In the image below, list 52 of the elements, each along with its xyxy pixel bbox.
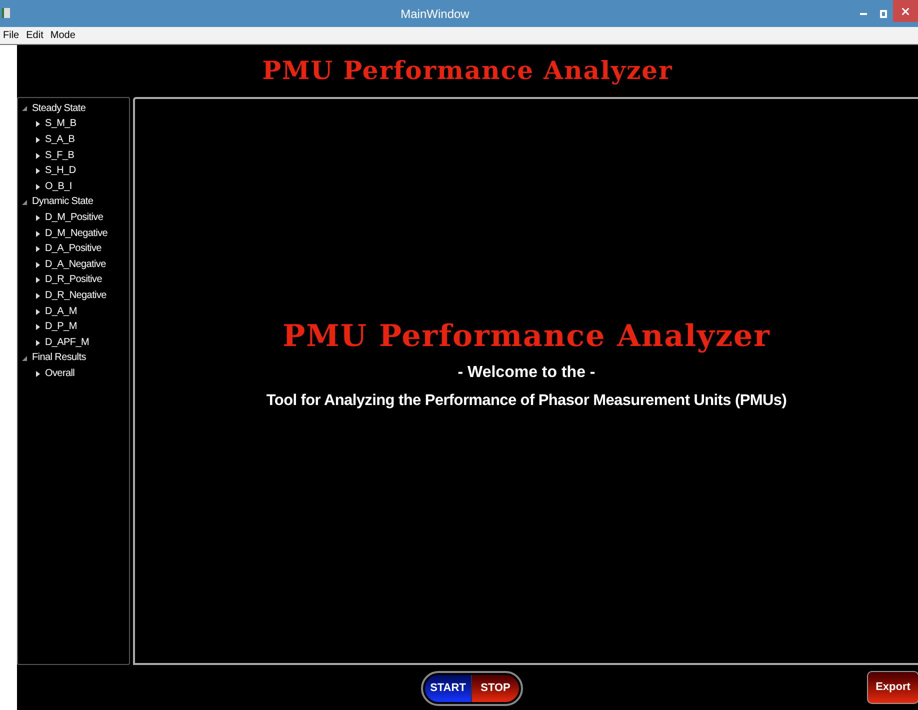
- window-title: MainWindow: [400, 6, 470, 22]
- collapsed-arrow-icon[interactable]: [36, 324, 40, 330]
- collapsed-arrow-icon[interactable]: [36, 277, 40, 284]
- tree-item[interactable]: D_A_Negative: [45, 260, 106, 270]
- tree-item[interactable]: D_A_M: [45, 306, 77, 317]
- menu-item[interactable]: File: [3, 28, 20, 43]
- collapsed-arrow-icon[interactable]: [36, 292, 40, 299]
- close-icon: [902, 8, 909, 14]
- collapsed-arrow-icon[interactable]: [36, 214, 40, 221]
- close-button[interactable]: [893, 0, 918, 22]
- menu-item[interactable]: Mode: [50, 28, 76, 43]
- menu-item[interactable]: Edit: [26, 28, 44, 43]
- welcome-title: PMU Performance Analyzer: [282, 318, 770, 356]
- collapsed-arrow-icon[interactable]: [36, 370, 40, 377]
- tree-item[interactable]: S_M_B: [45, 119, 76, 130]
- tree-item[interactable]: D_M_Positive: [45, 212, 104, 223]
- start-button[interactable]: START: [425, 675, 472, 702]
- collapsed-arrow-icon[interactable]: [36, 136, 40, 143]
- tree-item[interactable]: O_B_I: [45, 182, 72, 192]
- tree-item[interactable]: D_APF_M: [45, 338, 90, 348]
- collapsed-arrow-icon[interactable]: [36, 152, 40, 159]
- tree-item[interactable]: D_R_Positive: [45, 275, 102, 286]
- tree-item[interactable]: S_H_D: [45, 166, 76, 176]
- tree-item[interactable]: S_F_B: [45, 150, 74, 161]
- tree-item[interactable]: D_A_Positive: [45, 244, 102, 254]
- expanded-arrow-icon[interactable]: [22, 106, 27, 112]
- collapsed-arrow-icon[interactable]: [36, 340, 40, 346]
- collapsed-arrow-icon[interactable]: [36, 121, 40, 128]
- collapsed-arrow-icon[interactable]: [36, 262, 40, 268]
- welcome-subtitle: - Welcome to the -: [458, 362, 596, 383]
- welcome-description: Tool for Analyzing the Performance of Phasor Measurement Units (PMUs): [266, 390, 787, 411]
- app-icon: [2, 8, 10, 18]
- restore-icon: [880, 10, 886, 18]
- expanded-arrow-icon[interactable]: [22, 200, 27, 205]
- collapsed-arrow-icon[interactable]: [36, 308, 40, 315]
- tree-item[interactable]: Dynamic State: [32, 197, 94, 208]
- tree-item[interactable]: Overall: [45, 368, 75, 379]
- export-button[interactable]: Export: [867, 671, 918, 704]
- app-title: PMU Performance Analyzer: [262, 55, 673, 88]
- collapsed-arrow-icon[interactable]: [36, 246, 40, 252]
- tree-item[interactable]: D_M_Negative: [45, 228, 108, 239]
- tree-item[interactable]: Steady State: [32, 104, 86, 114]
- collapsed-arrow-icon[interactable]: [36, 230, 40, 237]
- collapsed-arrow-icon[interactable]: [36, 168, 40, 174]
- collapsed-arrow-icon[interactable]: [36, 184, 40, 190]
- tree-item[interactable]: Final Results: [32, 353, 86, 364]
- stop-button[interactable]: STOP: [472, 675, 519, 702]
- expanded-arrow-icon[interactable]: [22, 356, 27, 361]
- tree-item[interactable]: D_P_M: [45, 322, 77, 332]
- tree-item[interactable]: S_A_B: [45, 134, 75, 145]
- tree-item[interactable]: D_R_Negative: [45, 290, 106, 301]
- minimize-icon: [860, 12, 866, 14]
